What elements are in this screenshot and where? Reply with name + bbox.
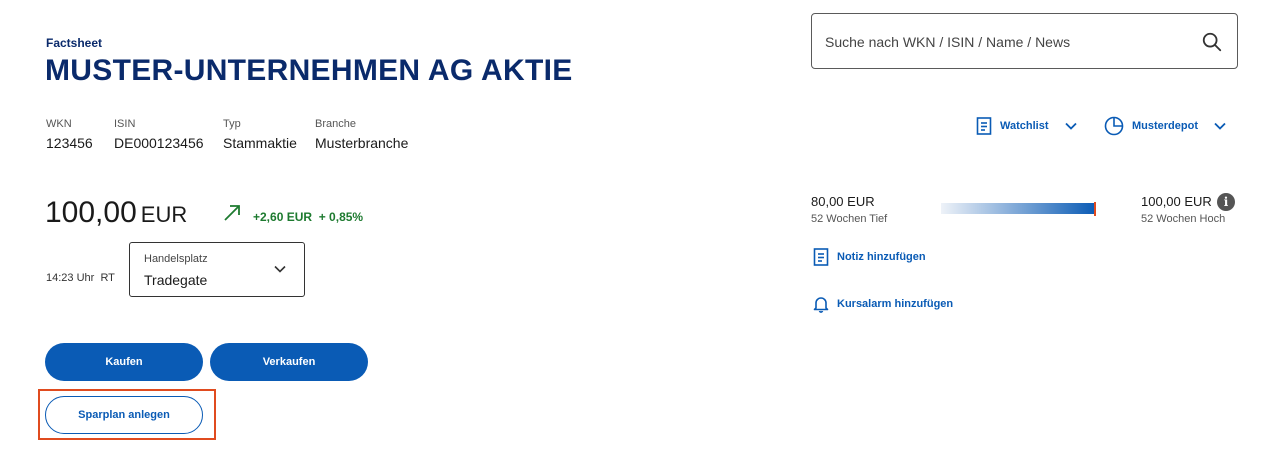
range-bar bbox=[941, 203, 1096, 214]
page-title: MUSTER-UNTERNEHMEN AG AKTIE bbox=[45, 54, 573, 87]
current-price: 100,00 EUR bbox=[45, 196, 187, 230]
typ-label: Typ bbox=[223, 118, 241, 130]
musterdepot-dropdown[interactable]: Musterdepot bbox=[1104, 116, 1226, 136]
wkn-value: 123456 bbox=[46, 135, 93, 151]
sell-button[interactable]: Verkaufen bbox=[210, 343, 368, 381]
buy-button[interactable]: Kaufen bbox=[45, 343, 203, 381]
add-note-link[interactable]: Notiz hinzufügen bbox=[813, 248, 926, 266]
price-value: 100,00 bbox=[45, 196, 137, 229]
price-change: +2,60 EUR + 0,85% bbox=[253, 210, 363, 224]
range-high-value: 100,00 EUR bbox=[1141, 194, 1212, 209]
meta-wkn: WKN 123456 bbox=[46, 118, 93, 151]
isin-label: ISIN bbox=[114, 118, 136, 130]
chevron-down-icon bbox=[1064, 122, 1077, 130]
search-placeholder: Suche nach WKN / ISIN / Name / News bbox=[825, 34, 1071, 50]
venue-value: Tradegate bbox=[144, 272, 208, 288]
wkn-label: WKN bbox=[46, 118, 72, 130]
bell-icon bbox=[813, 297, 829, 313]
range-low-label: 52 Wochen Tief bbox=[811, 213, 888, 225]
change-percent: + 0,85% bbox=[318, 210, 364, 224]
pie-chart-icon bbox=[1104, 116, 1124, 136]
range-marker bbox=[1094, 202, 1096, 216]
trend-up-icon bbox=[224, 205, 240, 221]
page-kicker: Factsheet bbox=[46, 36, 103, 50]
meta-isin: ISIN DE000123456 bbox=[114, 118, 204, 151]
add-note-label: Notiz hinzufügen bbox=[837, 251, 926, 263]
range-low-value: 80,00 EUR bbox=[811, 194, 875, 209]
musterdepot-label: Musterdepot bbox=[1132, 120, 1198, 132]
price-currency: EUR bbox=[140, 202, 188, 227]
meta-typ: Typ Stammaktie bbox=[223, 118, 297, 151]
typ-value: Stammaktie bbox=[223, 135, 297, 151]
branche-label: Branche bbox=[315, 118, 356, 130]
time-value: 14:23 Uhr bbox=[46, 272, 95, 284]
add-price-alert-label: Kursalarm hinzufügen bbox=[837, 298, 954, 310]
range-low: 80,00 EUR 52 Wochen Tief bbox=[811, 194, 887, 225]
venue-select[interactable]: Handelsplatz Tradegate bbox=[129, 242, 305, 297]
watchlist-icon bbox=[976, 117, 992, 135]
note-icon bbox=[813, 248, 829, 266]
add-price-alert-link[interactable]: Kursalarm hinzufügen bbox=[813, 295, 953, 313]
range-high: 100,00 EUR 52 Wochen Hoch bbox=[1141, 194, 1225, 225]
realtime-badge: RT bbox=[100, 272, 115, 284]
quote-time: 14:23 Uhr RT bbox=[46, 272, 115, 284]
watchlist-label: Watchlist bbox=[1000, 120, 1049, 132]
meta-branche: Branche Musterbranche bbox=[315, 118, 408, 151]
search-input[interactable]: Suche nach WKN / ISIN / Name / News bbox=[811, 13, 1238, 69]
isin-value: DE000123456 bbox=[114, 135, 204, 151]
chevron-down-icon bbox=[1214, 122, 1226, 130]
search-icon[interactable] bbox=[1201, 31, 1223, 53]
branche-value: Musterbranche bbox=[315, 135, 409, 151]
venue-label: Handelsplatz bbox=[144, 253, 208, 265]
savings-plan-button[interactable]: Sparplan anlegen bbox=[45, 396, 203, 434]
range-high-label: 52 Wochen Hoch bbox=[1141, 213, 1226, 225]
chevron-down-icon bbox=[274, 265, 286, 273]
change-absolute: +2,60 EUR bbox=[253, 210, 313, 224]
watchlist-dropdown[interactable]: Watchlist bbox=[976, 117, 1077, 135]
info-icon[interactable]: i bbox=[1217, 193, 1235, 211]
